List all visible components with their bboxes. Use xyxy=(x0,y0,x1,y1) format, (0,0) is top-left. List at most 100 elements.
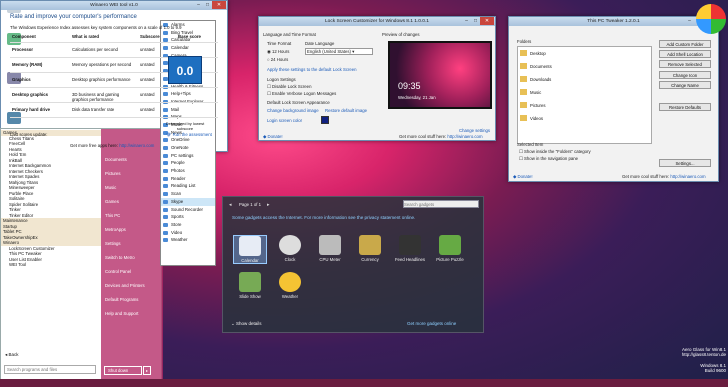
app-item[interactable]: PC settings xyxy=(161,152,215,160)
folder-item[interactable]: Downloads xyxy=(518,73,651,86)
folder-list: Desktop Documents Downloads Music Pictures Vi… xyxy=(517,46,652,144)
donate-link[interactable]: ◆ Donate! xyxy=(263,134,283,140)
start-search-input[interactable] xyxy=(4,365,96,374)
start-link[interactable]: Games xyxy=(101,195,163,209)
gadget-tile[interactable]: Feed Headlines xyxy=(393,235,427,262)
lockscreen-preview: 09:35 Wednesday, 21 Jan xyxy=(388,41,492,109)
footer-link[interactable]: http://winaero.com xyxy=(447,134,482,139)
tweaker-button[interactable]: Change Icon xyxy=(659,71,711,79)
gadget-icon xyxy=(439,235,461,255)
option-nav-pane[interactable]: ☐ Show in the navigation pane xyxy=(519,156,578,162)
app-item[interactable]: Sports xyxy=(161,213,215,221)
app-item[interactable]: Sound Recorder xyxy=(161,206,215,214)
wei-component: Memory (RAM) xyxy=(12,62,43,67)
start-link[interactable]: This PC xyxy=(101,209,163,223)
folder-item[interactable]: Videos xyxy=(518,112,651,125)
option-show-folders[interactable]: ☐ Show inside the "Folders" category xyxy=(519,149,591,155)
program-item[interactable]: WEI Tool xyxy=(1,262,101,268)
start-link[interactable]: Settings xyxy=(101,237,163,251)
donate-link[interactable]: ◆ Donate! xyxy=(513,174,533,180)
folder-item[interactable]: Documents xyxy=(518,60,651,73)
footer-link[interactable]: http://winaero.com xyxy=(119,143,154,148)
start-link[interactable]: MetroApps xyxy=(101,223,163,237)
app-item[interactable]: OneNote xyxy=(161,144,215,152)
checkbox-disable-lock[interactable]: ☐ Disable Lock Screen xyxy=(267,84,311,90)
thispc-titlebar: This PC Tweaker 1.2.0.1 – □ ✕ xyxy=(509,17,718,26)
settings-button[interactable]: Settings... xyxy=(659,159,711,167)
start-link[interactable]: Documents xyxy=(101,153,163,167)
folder-item[interactable]: Desktop xyxy=(518,47,651,60)
shutdown-button[interactable]: Shut down xyxy=(104,366,142,375)
maximize-icon[interactable]: □ xyxy=(471,17,480,25)
login-color-swatch[interactable] xyxy=(321,116,329,124)
gadget-tile[interactable]: Slide Show xyxy=(233,272,267,299)
close-icon[interactable]: ✕ xyxy=(480,17,494,25)
radio-24h[interactable]: ○ 24 Hours xyxy=(267,57,288,62)
gadget-tile[interactable]: Clock xyxy=(273,235,307,262)
gadget-tile[interactable]: Currency xyxy=(353,235,387,262)
start-link[interactable]: Help and Support xyxy=(101,307,163,321)
app-label: Sound Recorder xyxy=(171,206,203,212)
footer-link[interactable]: http://winaero.com xyxy=(670,174,705,179)
tweaker-button[interactable]: Add Custom Folder xyxy=(659,40,711,48)
checkbox-verbose[interactable]: ☐ Enable Verbose Logon Messages xyxy=(267,91,336,97)
shutdown-arrow-icon[interactable]: ▸ xyxy=(143,366,151,375)
thispc-window: This PC Tweaker 1.2.0.1 – □ ✕ Folders De… xyxy=(508,16,719,182)
gadget-icon xyxy=(399,235,421,255)
restore-bg-link[interactable]: Restore default image xyxy=(325,108,367,113)
gadget-tile[interactable]: Weather xyxy=(273,272,307,299)
lockscreen-window: Lock Screen Customizer for Windows 8.1 1… xyxy=(258,16,496,141)
change-settings-link[interactable]: Change settings xyxy=(459,128,490,133)
get-more-gadgets-link[interactable]: Get more gadgets online xyxy=(407,321,456,326)
app-label: PC settings xyxy=(171,152,194,158)
radio-12h[interactable]: ◉ 12 Hours xyxy=(267,49,289,55)
close-icon[interactable]: ✕ xyxy=(212,1,226,9)
start-link[interactable]: Default Programs xyxy=(101,293,163,307)
start-link[interactable]: Control Panel xyxy=(101,265,163,279)
app-item[interactable]: Weather xyxy=(161,236,215,244)
date-language-select[interactable]: English (United States) ▾ xyxy=(305,48,373,55)
gadget-search-input[interactable] xyxy=(403,200,479,208)
minimize-icon[interactable]: – xyxy=(194,1,203,9)
folder-item[interactable]: Music xyxy=(518,86,651,99)
login-color-link[interactable]: Login screen color xyxy=(267,118,302,123)
show-details-toggle[interactable]: ⌄ Show details xyxy=(231,321,262,327)
page-prev-icon[interactable]: ◂ xyxy=(229,202,232,208)
tweaker-button[interactable]: Remove Selected xyxy=(659,60,711,68)
gadget-label: CPU Meter xyxy=(319,257,341,262)
group-language-time: Language and Time Format xyxy=(263,32,316,37)
back-button[interactable]: ◂ Back xyxy=(5,352,19,358)
gadget-tile[interactable]: CPU Meter xyxy=(313,235,347,262)
app-item[interactable]: Store xyxy=(161,221,215,229)
apply-link[interactable]: Apply these settings to the default Lock… xyxy=(267,67,357,72)
app-item[interactable]: Reader xyxy=(161,175,215,183)
folder-item[interactable]: Pictures xyxy=(518,99,651,112)
start-link[interactable]: Switch to Metro xyxy=(101,251,163,265)
back-label: Back xyxy=(8,352,19,357)
app-item[interactable]: Skype xyxy=(161,197,215,206)
app-item[interactable]: People xyxy=(161,159,215,167)
app-item[interactable]: Photos xyxy=(161,167,215,175)
page-next-icon[interactable]: ▸ xyxy=(267,202,270,208)
tweaker-button[interactable]: Change Name xyxy=(659,81,711,89)
gadget-tile[interactable]: Calendar xyxy=(233,235,267,264)
gadget-icon xyxy=(279,272,301,292)
minimize-icon[interactable]: – xyxy=(462,17,471,25)
tweaker-button[interactable]: Restore Defaults xyxy=(659,103,711,111)
tweaker-button[interactable]: Add Shell Location xyxy=(659,50,711,58)
start-link[interactable]: Music xyxy=(101,181,163,195)
folder-icon xyxy=(520,102,527,108)
app-item[interactable]: Video xyxy=(161,229,215,237)
last-update-label: Last scores update: xyxy=(10,132,48,137)
start-link[interactable]: Pictures xyxy=(101,167,163,181)
app-item[interactable]: Scan xyxy=(161,190,215,198)
maximize-icon[interactable]: □ xyxy=(203,1,212,9)
app-label: OneDrive xyxy=(171,137,190,143)
app-icon xyxy=(163,184,168,189)
start-link[interactable]: Devices and Printers xyxy=(101,279,163,293)
app-item[interactable]: Reading List xyxy=(161,182,215,190)
gadget-tile[interactable]: Picture Puzzle xyxy=(433,235,467,262)
change-bg-link[interactable]: Change background image xyxy=(267,108,319,113)
minimize-icon[interactable]: – xyxy=(685,17,694,25)
run-assessment-link[interactable]: 🛡 Run the assessment xyxy=(166,132,212,138)
